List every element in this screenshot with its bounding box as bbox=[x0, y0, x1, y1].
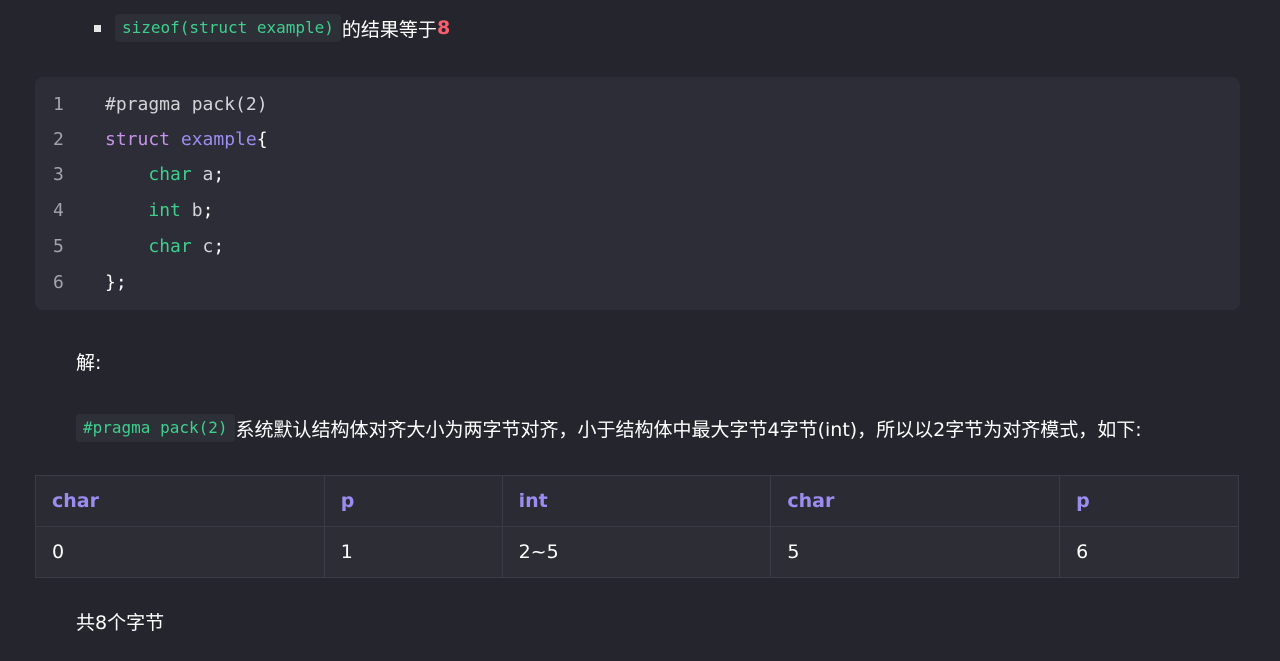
bullet-text: 的结果等于 bbox=[341, 18, 437, 41]
code-line: 1 #pragma pack(2) bbox=[35, 86, 268, 122]
code-token-keyword: struct bbox=[105, 128, 171, 150]
code-line: 6 }; bbox=[35, 264, 127, 300]
explanation-paragraph: #pragma pack(2) 系统默认结构体对齐大小为两字节对齐，小于结构体中… bbox=[76, 412, 1142, 444]
code-token-type: char bbox=[148, 163, 192, 185]
line-number: 3 bbox=[53, 163, 64, 185]
explanation-text: 系统默认结构体对齐大小为两字节对齐，小于结构体中最大字节4字节(int)，所以以… bbox=[235, 418, 1142, 441]
table-cell: 2~5 bbox=[501, 526, 772, 578]
table-cell: 1 bbox=[323, 526, 503, 578]
code-token: { bbox=[256, 128, 268, 150]
layout-table: char p int char p 0 1 2~5 5 6 bbox=[35, 475, 1239, 578]
code-token-type: int bbox=[148, 199, 181, 221]
table-header-row: char p int char p bbox=[35, 475, 1239, 527]
solution-label: 解: bbox=[76, 351, 102, 374]
line-number: 4 bbox=[53, 199, 64, 221]
inline-code-sizeof: sizeof(struct example) bbox=[115, 14, 341, 42]
code-token: b bbox=[180, 199, 203, 221]
table-cell: 5 bbox=[770, 526, 1061, 578]
bullet-marker bbox=[94, 24, 101, 32]
code-token: #pragma pack(2) bbox=[105, 93, 268, 115]
code-token: a bbox=[191, 163, 214, 185]
line-number: 2 bbox=[53, 128, 64, 150]
table-cell: 0 bbox=[35, 526, 325, 578]
bullet-item: sizeof(struct example) 的结果等于 8 bbox=[94, 13, 450, 43]
line-number: 5 bbox=[53, 235, 64, 257]
line-number: 1 bbox=[53, 93, 64, 115]
inline-code-pragma: #pragma pack(2) bbox=[76, 414, 235, 442]
code-token: ; bbox=[213, 235, 225, 257]
code-block: 1 #pragma pack(2) 2 struct example{ 3 ch… bbox=[35, 77, 1240, 310]
total-bytes-text: 共8个字节 bbox=[76, 611, 165, 634]
table-cell: 6 bbox=[1059, 526, 1239, 578]
line-number: 6 bbox=[53, 271, 64, 293]
table-row: 0 1 2~5 5 6 bbox=[35, 526, 1239, 578]
table-header-cell: char bbox=[35, 475, 325, 527]
code-line: 2 struct example{ bbox=[35, 121, 268, 157]
table-header-cell: char bbox=[770, 475, 1061, 527]
code-token-type: char bbox=[148, 235, 192, 257]
code-token: }; bbox=[105, 271, 127, 293]
table-header-cell: int bbox=[501, 475, 772, 527]
code-line: 3 char a; bbox=[35, 156, 224, 192]
code-token-class: example bbox=[180, 128, 257, 150]
code-token: c bbox=[191, 235, 214, 257]
code-line: 4 int b; bbox=[35, 192, 213, 228]
code-token: ; bbox=[202, 199, 214, 221]
code-line: 5 char c; bbox=[35, 228, 224, 264]
code-token: ; bbox=[213, 163, 225, 185]
bullet-result: 8 bbox=[436, 17, 451, 39]
table-header-cell: p bbox=[323, 475, 503, 527]
table-header-cell: p bbox=[1059, 475, 1239, 527]
